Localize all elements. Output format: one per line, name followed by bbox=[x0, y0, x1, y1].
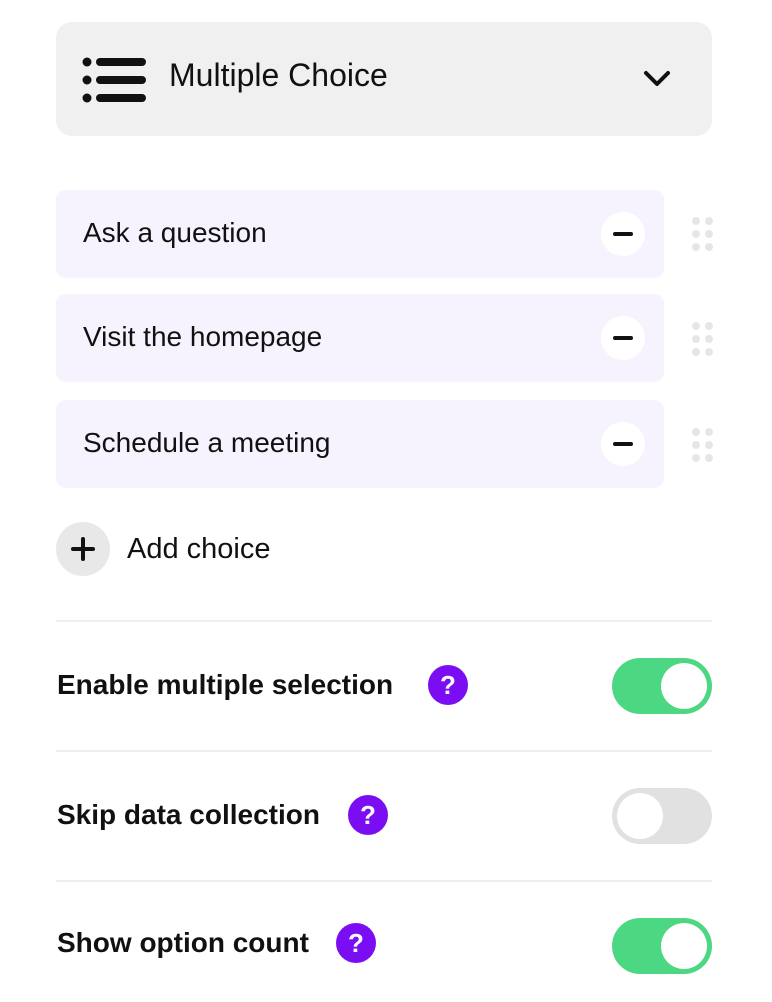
help-icon[interactable]: ? bbox=[428, 665, 468, 705]
show-option-count-label: Show option count bbox=[57, 927, 309, 958]
divider bbox=[56, 750, 712, 752]
choice-item[interactable]: Schedule a meeting bbox=[56, 400, 664, 488]
choice-label[interactable]: Visit the homepage bbox=[83, 320, 322, 354]
choice-label[interactable]: Schedule a meeting bbox=[83, 426, 331, 460]
add-choice-label[interactable]: Add choice bbox=[127, 532, 271, 566]
choice-label[interactable]: Ask a question bbox=[83, 216, 267, 250]
skip-data-collection-toggle[interactable] bbox=[612, 788, 712, 844]
divider bbox=[56, 880, 712, 882]
chevron-down-icon[interactable] bbox=[643, 69, 671, 89]
toggle-knob bbox=[661, 923, 707, 969]
choice-item[interactable]: Visit the homepage bbox=[56, 294, 664, 382]
choice-item[interactable]: Ask a question bbox=[56, 190, 664, 278]
enable-multiple-selection-toggle[interactable] bbox=[612, 658, 712, 714]
drag-handle-icon[interactable] bbox=[692, 428, 714, 464]
help-icon[interactable]: ? bbox=[348, 795, 388, 835]
skip-data-collection-label: Skip data collection bbox=[57, 799, 320, 830]
drag-handle-icon[interactable] bbox=[692, 322, 714, 358]
remove-choice-button[interactable] bbox=[601, 212, 645, 256]
plus-icon[interactable] bbox=[56, 522, 110, 576]
add-choice-button[interactable]: Add choice bbox=[56, 522, 336, 576]
help-icon[interactable]: ? bbox=[336, 923, 376, 963]
divider bbox=[56, 620, 712, 622]
remove-choice-button[interactable] bbox=[601, 316, 645, 360]
remove-choice-button[interactable] bbox=[601, 422, 645, 466]
show-option-count-toggle[interactable] bbox=[612, 918, 712, 974]
list-icon bbox=[82, 57, 146, 103]
enable-multiple-selection-label: Enable multiple selection bbox=[57, 669, 394, 700]
drag-handle-icon[interactable] bbox=[692, 217, 714, 253]
toggle-knob bbox=[661, 663, 707, 709]
toggle-knob bbox=[617, 793, 663, 839]
question-type-label: Multiple Choice bbox=[169, 57, 388, 93]
